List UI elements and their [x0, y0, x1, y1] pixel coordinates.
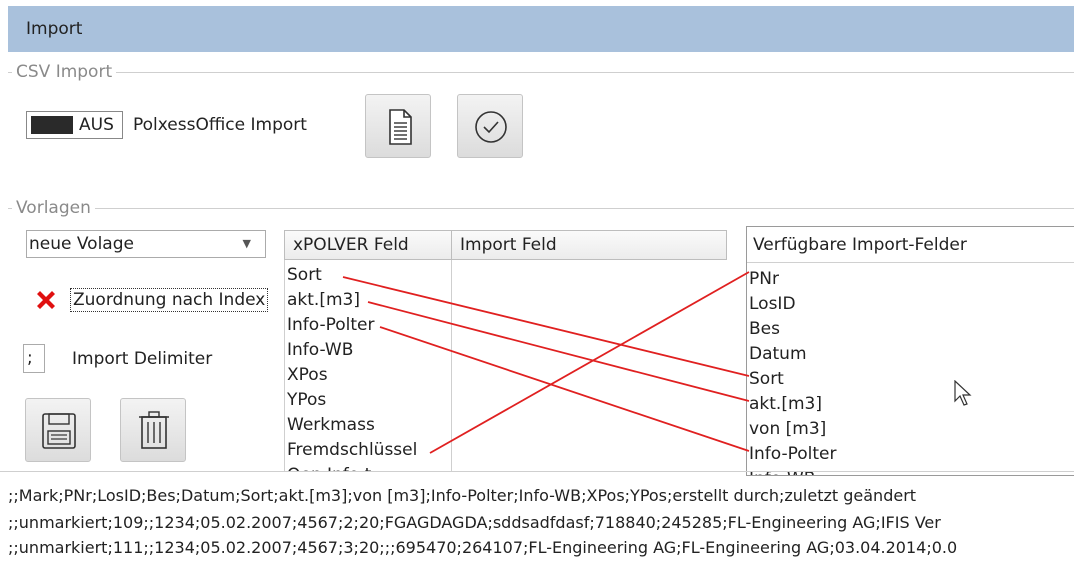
preview-divider: [0, 471, 1074, 472]
list-item[interactable]: Sort: [287, 263, 451, 288]
window-title: Import: [8, 6, 1074, 52]
table-left-border: [284, 260, 285, 472]
list-item[interactable]: akt.[m3]: [287, 288, 451, 313]
available-fields-panel: Verfügbare Import-Felder PNr LosID Bes D…: [746, 226, 1074, 476]
xpolver-field-list: Sort akt.[m3] Info-Polter Info-WB XPos Y…: [287, 263, 451, 472]
toggle-state-label: AUS: [79, 115, 114, 135]
list-item[interactable]: Info-WB: [287, 338, 451, 363]
vorlagen-legend: Vorlagen: [12, 198, 95, 218]
list-item[interactable]: Fremdschlüssel: [287, 438, 451, 463]
mouse-cursor-icon: [954, 380, 972, 406]
open-file-button[interactable]: [365, 94, 431, 158]
polxess-import-label: PolxessOffice Import: [133, 115, 307, 135]
confirm-import-button[interactable]: [457, 94, 523, 158]
delete-template-button[interactable]: [120, 398, 186, 462]
mapping-table-header: xPOLVER Feld Import Feld: [284, 230, 727, 260]
list-item[interactable]: LosID: [749, 292, 837, 317]
delete-x-icon[interactable]: [34, 288, 58, 312]
list-item[interactable]: PNr: [749, 267, 837, 292]
list-item[interactable]: XPos: [287, 363, 451, 388]
csv-preview-line: ;;unmarkiert;111;;1234;05.02.2007;4567;3…: [8, 538, 958, 557]
delimiter-input[interactable]: ;: [23, 344, 45, 373]
toggle-knob: [31, 116, 73, 134]
delimiter-label: Import Delimiter: [72, 349, 213, 369]
trash-icon: [139, 411, 169, 449]
csv-import-legend: CSV Import: [12, 62, 117, 82]
list-item[interactable]: Info-Polter: [287, 313, 451, 338]
save-template-button[interactable]: [25, 398, 91, 462]
dropdown-arrow-icon: ▼: [242, 237, 251, 250]
list-item[interactable]: von [m3]: [749, 417, 837, 442]
check-circle-icon: [475, 111, 507, 143]
polxess-import-toggle[interactable]: AUS: [26, 111, 123, 139]
available-fields-header: Verfügbare Import-Felder: [747, 227, 1074, 263]
connection-fremdschluessel-pnr: [429, 271, 750, 454]
available-fields-list: PNr LosID Bes Datum Sort akt.[m3] von [m…: [749, 267, 837, 475]
template-select-value: neue Volage: [29, 234, 134, 254]
csv-import-group-border: [8, 72, 1074, 73]
template-select[interactable]: neue Volage ▼: [26, 230, 266, 258]
document-icon: [389, 109, 412, 145]
list-item[interactable]: Datum: [749, 342, 837, 367]
csv-preview-line: ;;unmarkiert;109;;1234;05.02.2007;4567;2…: [8, 513, 941, 532]
save-icon: [42, 413, 76, 449]
list-item[interactable]: akt.[m3]: [749, 392, 837, 417]
column-header-xpolver-field[interactable]: xPOLVER Feld: [285, 231, 452, 259]
column-header-import-field[interactable]: Import Feld: [452, 231, 726, 259]
list-item[interactable]: Werkmass: [287, 413, 451, 438]
mapping-by-index-checkbox[interactable]: Zuordnung nach Index: [70, 288, 269, 312]
list-item[interactable]: YPos: [287, 388, 451, 413]
vorlagen-group-border: [8, 208, 1074, 209]
table-column-separator: [451, 260, 452, 472]
list-item[interactable]: Sort: [749, 367, 837, 392]
list-item[interactable]: Info-Polter: [749, 442, 837, 467]
list-item[interactable]: Bes: [749, 317, 837, 342]
csv-preview-line: ;;Mark;PNr;LosID;Bes;Datum;Sort;akt.[m3]…: [8, 486, 917, 505]
